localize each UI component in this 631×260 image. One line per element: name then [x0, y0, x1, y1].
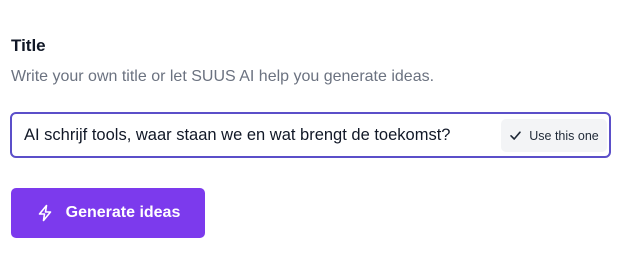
- title-input[interactable]: [24, 114, 494, 156]
- generate-ideas-label: Generate ideas: [65, 204, 181, 221]
- use-this-one-label: Use this one: [529, 128, 599, 143]
- check-icon: [509, 129, 522, 142]
- title-field-label: Title: [11, 36, 46, 55]
- lightning-bolt-icon: [36, 204, 54, 222]
- generate-ideas-button[interactable]: Generate ideas: [11, 188, 205, 238]
- use-this-one-button[interactable]: Use this one: [501, 119, 607, 152]
- title-field-help-text: Write your own title or let SUUS AI help…: [11, 68, 435, 85]
- title-input-container: Use this one: [10, 112, 611, 158]
